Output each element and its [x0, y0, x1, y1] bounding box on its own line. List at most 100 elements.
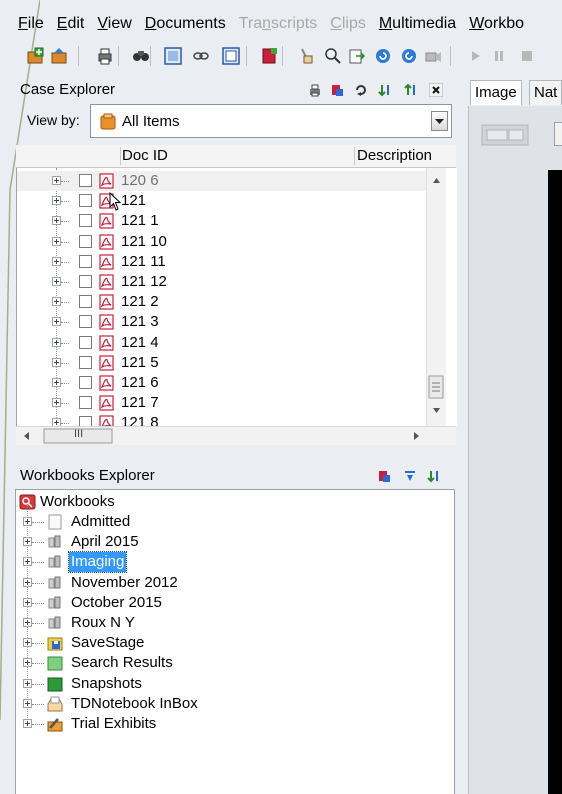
document-checkbox[interactable]	[79, 355, 92, 369]
expand-toggle[interactable]	[23, 597, 32, 607]
column-doc-id[interactable]: Doc ID	[122, 147, 168, 164]
menu-multimedia[interactable]: Multimedia	[379, 12, 456, 36]
expand-toggle[interactable]	[52, 256, 61, 266]
document-checkbox[interactable]	[79, 254, 92, 268]
menu-workbo[interactable]: Workbo	[469, 12, 524, 36]
document-row[interactable]: 121	[17, 191, 430, 211]
document-checkbox[interactable]	[79, 214, 92, 228]
workbook-item[interactable]: Admitted	[16, 512, 452, 532]
expand-toggle[interactable]	[23, 537, 32, 547]
workbook-item[interactable]: Trial Exhibits	[16, 714, 452, 734]
tag-button[interactable]	[330, 83, 344, 97]
document-checkbox[interactable]	[79, 315, 92, 329]
document-checkbox[interactable]	[79, 174, 92, 187]
view-by-dropdown-button[interactable]	[431, 111, 448, 131]
tab-image[interactable]: Image	[470, 80, 522, 105]
document-row[interactable]: 121 8	[17, 413, 430, 426]
document-checkbox[interactable]	[79, 396, 92, 410]
export-button[interactable]	[404, 83, 418, 97]
expand-toggle[interactable]	[23, 577, 32, 587]
menu-edit[interactable]: Edit	[57, 12, 85, 36]
document-row[interactable]: 121 4	[17, 333, 430, 353]
expand-toggle[interactable]	[52, 236, 61, 246]
document-row[interactable]: 121 7	[17, 393, 430, 413]
import-button[interactable]	[427, 469, 441, 483]
zoom-button[interactable]	[324, 47, 342, 65]
expand-toggle[interactable]	[23, 557, 32, 567]
menu-view[interactable]: View	[97, 12, 131, 36]
menu-file[interactable]: File	[18, 12, 44, 36]
sort-down-button[interactable]	[403, 469, 417, 483]
print-button[interactable]	[308, 83, 322, 97]
stop-button[interactable]	[518, 47, 536, 65]
expand-toggle[interactable]	[23, 719, 32, 728]
document-checkbox[interactable]	[79, 416, 92, 426]
document-row[interactable]: 121 11	[17, 252, 430, 272]
document-checkbox[interactable]	[79, 234, 92, 248]
workbook-item[interactable]: Snapshots	[16, 674, 452, 694]
tag-button[interactable]	[377, 469, 391, 483]
column-description[interactable]: Description	[357, 147, 432, 164]
expand-toggle[interactable]	[23, 698, 32, 708]
workbook-item[interactable]: October 2015	[16, 593, 452, 613]
book-button[interactable]	[260, 47, 278, 65]
import-button[interactable]	[378, 83, 392, 97]
document-row[interactable]: 120 6	[17, 171, 430, 191]
document-horizontal-scrollbar[interactable]: III	[16, 426, 456, 445]
expand-toggle[interactable]	[52, 176, 61, 185]
expand-toggle[interactable]	[23, 678, 32, 688]
expand-toggle[interactable]	[52, 337, 61, 347]
expand-toggle[interactable]	[23, 517, 32, 526]
refresh-button[interactable]	[374, 47, 392, 65]
tab-native[interactable]: Nat	[529, 80, 562, 105]
expand-toggle[interactable]	[52, 378, 61, 387]
find-button[interactable]	[132, 47, 150, 65]
document-checkbox[interactable]	[79, 335, 92, 349]
open-case-button[interactable]	[50, 47, 68, 65]
workbook-item[interactable]: TDNotebook InBox	[16, 694, 452, 714]
document-row[interactable]: 121 12	[17, 272, 430, 292]
pause-button[interactable]	[490, 47, 508, 65]
close-button[interactable]	[428, 82, 444, 98]
document-checkbox[interactable]	[79, 295, 92, 309]
document-checkbox[interactable]	[79, 194, 92, 208]
document-vertical-scrollbar[interactable]	[426, 168, 446, 426]
print-button[interactable]	[96, 47, 114, 65]
document-row[interactable]: 121 6	[17, 373, 430, 393]
document-checkbox[interactable]	[79, 275, 92, 288]
document-row[interactable]: 121 3	[17, 312, 430, 332]
redo-button[interactable]	[400, 47, 418, 65]
workbook-item[interactable]: SaveStage	[16, 633, 452, 653]
expand-toggle[interactable]	[23, 638, 32, 648]
document-row[interactable]: 121 5	[17, 353, 430, 373]
workbook-item[interactable]: Imaging	[16, 551, 452, 574]
expand-toggle[interactable]	[23, 658, 32, 668]
workbooks-root[interactable]: Workbooks	[16, 492, 452, 512]
workbook-item[interactable]: Search Results	[16, 653, 452, 673]
expand-toggle[interactable]	[52, 357, 61, 367]
expand-toggle[interactable]	[52, 418, 61, 426]
document-row[interactable]: 121 1	[17, 211, 430, 231]
export-button[interactable]	[348, 47, 366, 65]
expand-toggle[interactable]	[52, 277, 61, 286]
expand-toggle[interactable]	[23, 618, 32, 627]
link-button[interactable]	[192, 47, 210, 65]
expand-toggle[interactable]	[52, 317, 61, 327]
viewer-toolbar-button-icon[interactable]	[481, 122, 531, 148]
menu-documents[interactable]: Documents	[145, 12, 226, 36]
viewer-button-partial[interactable]	[554, 122, 562, 146]
document-row[interactable]: 121 10	[17, 232, 430, 252]
expand-toggle[interactable]	[52, 297, 61, 307]
document-checkbox[interactable]	[79, 376, 92, 389]
workbook-item[interactable]: April 2015	[16, 532, 452, 552]
view-by-select[interactable]: All Items	[90, 104, 452, 138]
frame-button[interactable]	[222, 47, 240, 65]
expand-toggle[interactable]	[52, 216, 61, 226]
workbook-item[interactable]: Roux N Y	[16, 613, 452, 633]
workbook-item[interactable]: November 2012	[16, 573, 452, 593]
refresh-button[interactable]	[354, 83, 368, 97]
expand-toggle[interactable]	[52, 398, 61, 408]
play-button[interactable]	[466, 47, 484, 65]
expand-toggle[interactable]	[52, 196, 61, 206]
add-case-button[interactable]	[26, 47, 44, 65]
